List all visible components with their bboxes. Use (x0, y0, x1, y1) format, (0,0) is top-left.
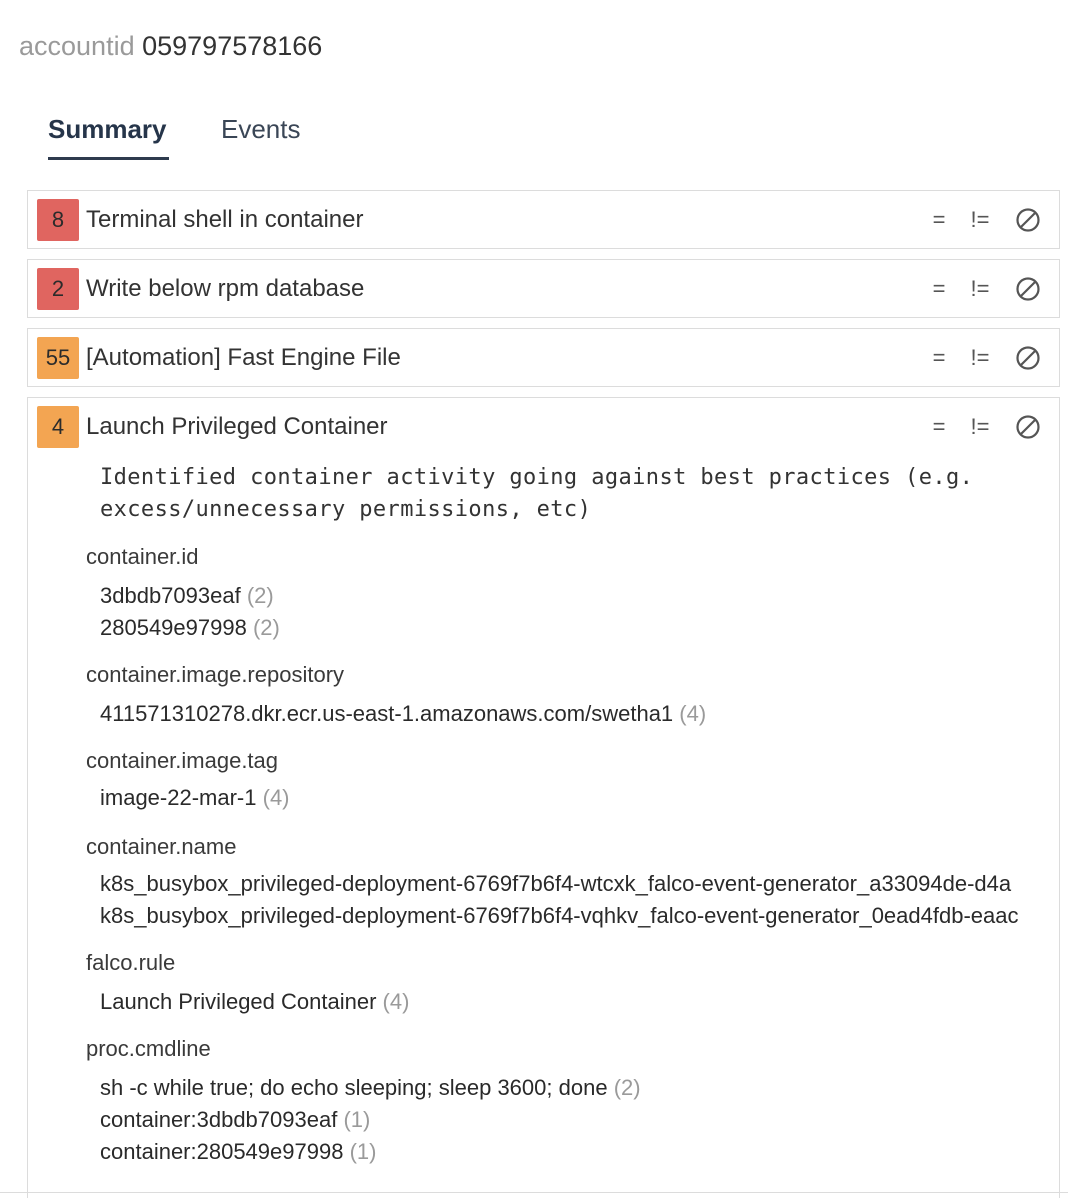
rule-actions: = != (929, 205, 1049, 235)
field-value-text: k8s_busybox_privileged-deployment-6769f7… (100, 903, 1019, 928)
field-value-text: k8s_busybox_privileged-deployment-6769f7… (100, 871, 1012, 896)
rule-actions: = != (929, 343, 1049, 373)
field-label-image-repository: container.image.repository (86, 662, 345, 687)
rule-row[interactable]: 2 Write below rpm database = != (27, 259, 1060, 318)
description-line: Identified container activity going agai… (100, 465, 974, 490)
tab-summary[interactable]: Summary (48, 110, 168, 160)
account-id-label: accountid (19, 31, 135, 61)
rule-row-expanded[interactable]: 4 Launch Privileged Container = != Ident… (27, 397, 1060, 1198)
field-value-text: 280549e97998 (100, 615, 247, 640)
filter-equals-button[interactable]: = (929, 274, 949, 304)
field-value-count: (1) (343, 1107, 371, 1132)
field-value[interactable]: container:3dbdb7093eaf (1) (100, 1104, 370, 1136)
filter-equals-button[interactable]: = (929, 205, 949, 235)
field-value-text: sh -c while true; do echo sleeping; slee… (100, 1075, 608, 1100)
field-value[interactable]: 3dbdb7093eaf (2) (100, 580, 274, 612)
filter-not-equals-button[interactable]: != (963, 343, 997, 373)
rule-actions: = != (929, 412, 1049, 442)
rule-name[interactable]: Launch Privileged Container (86, 412, 388, 442)
field-value-count: (2) (246, 583, 274, 608)
field-label-image-tag: container.image.tag (86, 748, 279, 773)
filter-equals-button[interactable]: = (929, 343, 949, 373)
field-value-count: (1) (349, 1139, 377, 1164)
tab-events[interactable]: Events (221, 110, 301, 148)
account-id-value: 059797578166 (142, 31, 323, 61)
field-value[interactable]: 280549e97998 (2) (100, 612, 280, 644)
field-label-proc-cmdline: proc.cmdline (86, 1036, 211, 1061)
rule-description: Identified container activity going agai… (100, 462, 1030, 526)
field-value-text: 411571310278.dkr.ecr.us-east-1.amazonaws… (100, 701, 674, 726)
rule-row[interactable]: 55 [Automation] Fast Engine File = != (27, 328, 1060, 387)
field-value-count: (4) (262, 785, 290, 810)
count-badge: 8 (37, 199, 79, 241)
rule-name[interactable]: Write below rpm database (86, 274, 364, 304)
description-line: excess/unnecessary permissions, etc) (100, 497, 592, 522)
rule-row[interactable]: 8 Terminal shell in container = != (27, 190, 1060, 249)
rule-actions: = != (929, 274, 1049, 304)
block-icon[interactable] (1015, 274, 1045, 304)
count-badge: 55 (37, 337, 79, 379)
field-label-falco-rule: falco.rule (86, 950, 176, 975)
field-value[interactable]: 411571310278.dkr.ecr.us-east-1.amazonaws… (100, 698, 706, 730)
field-value-count: (4) (382, 989, 410, 1014)
field-value-count: (2) (613, 1075, 641, 1100)
count-badge: 2 (37, 268, 79, 310)
rule-name[interactable]: [Automation] Fast Engine File (86, 343, 401, 373)
field-value-text: image-22-mar-1 (100, 785, 257, 810)
field-value[interactable]: Launch Privileged Container (4) (100, 986, 409, 1018)
count-badge: 4 (37, 406, 79, 448)
block-icon[interactable] (1015, 412, 1045, 442)
filter-not-equals-button[interactable]: != (963, 412, 997, 442)
filter-not-equals-button[interactable]: != (963, 205, 997, 235)
field-value-count: (2) (252, 615, 280, 640)
field-value-count: (4) (679, 701, 707, 726)
field-label-container-name: container.name (86, 834, 237, 859)
divider (0, 1192, 1068, 1193)
filter-not-equals-button[interactable]: != (963, 274, 997, 304)
field-value[interactable]: container:280549e97998 (1) (100, 1136, 376, 1168)
field-value-text: container:280549e97998 (100, 1139, 344, 1164)
field-value-text: 3dbdb7093eaf (100, 583, 241, 608)
field-value[interactable]: image-22-mar-1 (4) (100, 782, 290, 814)
field-value[interactable]: k8s_busybox_privileged-deployment-6769f7… (100, 868, 1011, 900)
field-label-container-id: container.id (86, 544, 199, 569)
filter-equals-button[interactable]: = (929, 412, 949, 442)
block-icon[interactable] (1015, 205, 1045, 235)
field-value[interactable]: k8s_busybox_privileged-deployment-6769f7… (100, 900, 1019, 932)
account-id: accountid 059797578166 (19, 30, 322, 62)
field-value[interactable]: sh -c while true; do echo sleeping; slee… (100, 1072, 641, 1104)
rule-name[interactable]: Terminal shell in container (86, 205, 363, 235)
field-value-text: container:3dbdb7093eaf (100, 1107, 338, 1132)
field-value-text: Launch Privileged Container (100, 989, 377, 1014)
block-icon[interactable] (1015, 343, 1045, 373)
